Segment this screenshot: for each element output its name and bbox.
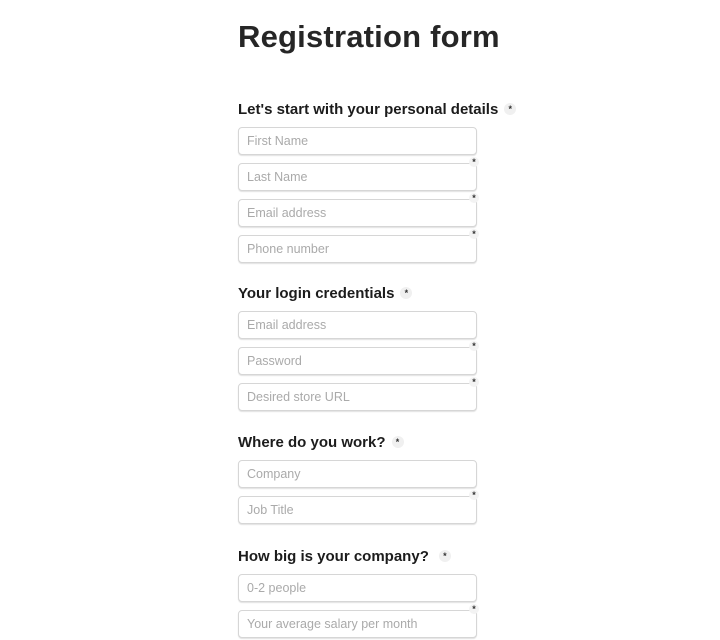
required-star-icon: * <box>400 287 413 299</box>
company-field-wrapper <box>238 460 477 488</box>
store-url-field-wrapper: * <box>238 377 479 411</box>
first-name-field-wrapper <box>238 127 477 155</box>
job-title-field-wrapper: * <box>238 490 479 524</box>
phone-number-input[interactable] <box>238 235 477 263</box>
required-star-icon: * <box>391 436 404 448</box>
section-heading-text: Let's start with your personal details <box>238 100 499 118</box>
salary-field-wrapper: * <box>238 604 479 638</box>
required-star-icon: * <box>469 604 479 614</box>
section-company-size: How big is your company? * * <box>238 546 538 640</box>
last-name-field-wrapper: * <box>238 157 479 191</box>
password-field-wrapper: * <box>238 341 479 375</box>
required-star-icon: * <box>469 157 479 167</box>
company-input[interactable] <box>238 460 477 488</box>
required-star-icon: * <box>504 103 517 115</box>
section-heading: How big is your company? * <box>238 546 538 566</box>
last-name-input[interactable] <box>238 163 477 191</box>
section-heading: Where do you work? * <box>238 432 538 452</box>
company-size-field-wrapper <box>238 574 477 602</box>
job-title-input[interactable] <box>238 496 477 524</box>
first-name-input[interactable] <box>238 127 477 155</box>
registration-page: Registration form Let's start with your … <box>0 0 720 640</box>
section-heading-text: Your login credentials <box>238 284 395 302</box>
phone-field-wrapper: * <box>238 229 479 263</box>
email-field-wrapper: * <box>238 193 479 227</box>
login-email-field-wrapper <box>238 311 477 339</box>
store-url-input[interactable] <box>238 383 477 411</box>
required-star-icon: * <box>469 490 479 500</box>
personal-email-input[interactable] <box>238 199 477 227</box>
password-input[interactable] <box>238 347 477 375</box>
company-size-input[interactable] <box>238 574 477 602</box>
section-heading-text: How big is your company? <box>238 547 429 565</box>
section-personal-details: Let's start with your personal details *… <box>238 99 538 271</box>
required-star-icon: * <box>469 341 479 351</box>
section-heading-text: Where do you work? <box>238 433 386 451</box>
page-title: Registration form <box>238 19 500 54</box>
section-heading: Your login credentials * <box>238 283 538 303</box>
section-work: Where do you work? * * <box>238 432 538 532</box>
required-star-icon: * <box>469 229 479 239</box>
required-star-icon: * <box>469 193 479 203</box>
login-email-input[interactable] <box>238 311 477 339</box>
section-login-credentials: Your login credentials * * * <box>238 283 538 419</box>
average-salary-input[interactable] <box>238 610 477 638</box>
required-star-icon: * <box>438 550 451 562</box>
section-heading: Let's start with your personal details * <box>238 99 538 119</box>
required-star-icon: * <box>469 377 479 387</box>
